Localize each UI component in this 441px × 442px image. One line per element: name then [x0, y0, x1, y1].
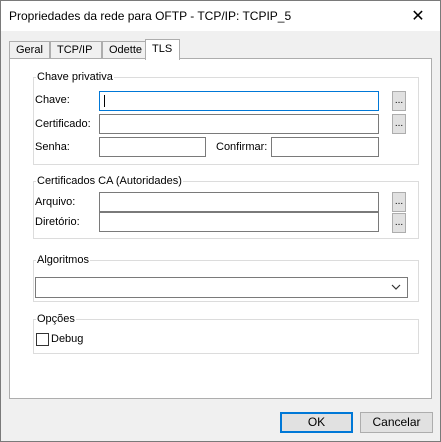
private-key-group-title: Chave privativa: [36, 71, 114, 83]
close-icon: ✕: [411, 8, 425, 25]
tab-label: Geral: [16, 44, 43, 56]
dialog-window: Propriedades da rede para OFTP - TCP/IP:…: [0, 0, 441, 442]
algorithms-group-title: Algoritmos: [36, 254, 90, 266]
arquivo-browse-button[interactable]: ...: [392, 192, 406, 212]
tls-panel: Chave privativa Chave: ... Certificado: …: [9, 58, 432, 399]
options-group: Opções: [33, 313, 419, 354]
senha-input[interactable]: [99, 137, 206, 157]
certificado-browse-button[interactable]: ...: [392, 114, 406, 134]
diretorio-label: Diretório:: [35, 216, 80, 228]
diretorio-browse-button[interactable]: ...: [392, 213, 406, 233]
chave-input[interactable]: [99, 91, 379, 111]
chave-label: Chave:: [35, 94, 70, 106]
tab-label: TCP/IP: [57, 44, 93, 56]
tab-tcpip[interactable]: TCP/IP: [50, 41, 102, 59]
title-bar: Propriedades da rede para OFTP - TCP/IP:…: [1, 1, 440, 31]
confirmar-input[interactable]: [271, 137, 379, 157]
window-title: Propriedades da rede para OFTP - TCP/IP:…: [9, 9, 292, 23]
ok-button[interactable]: OK: [280, 412, 353, 433]
arquivo-label: Arquivo:: [35, 196, 76, 208]
text-caret: [104, 95, 105, 107]
debug-label[interactable]: Debug: [51, 333, 83, 345]
tab-odette[interactable]: Odette: [102, 41, 146, 59]
tab-label: Odette: [109, 44, 143, 56]
close-button[interactable]: ✕: [396, 1, 440, 31]
ca-certs-group-title: Certificados CA (Autoridades): [36, 175, 183, 187]
debug-checkbox[interactable]: [36, 333, 49, 346]
options-group-title: Opções: [36, 313, 76, 325]
arquivo-input[interactable]: [99, 192, 379, 212]
tab-geral[interactable]: Geral: [9, 41, 50, 59]
confirmar-label: Confirmar:: [216, 141, 268, 153]
certificado-input[interactable]: [99, 114, 379, 134]
senha-label: Senha:: [35, 141, 70, 153]
chave-browse-button[interactable]: ...: [392, 91, 406, 111]
tab-label: TLS: [152, 43, 173, 55]
cancel-button[interactable]: Cancelar: [360, 412, 433, 433]
diretorio-input[interactable]: [99, 212, 379, 232]
chevron-down-icon: [391, 284, 401, 290]
algorithms-select[interactable]: [35, 277, 408, 298]
tab-tls[interactable]: TLS: [145, 39, 180, 60]
certificado-label: Certificado:: [35, 118, 91, 130]
